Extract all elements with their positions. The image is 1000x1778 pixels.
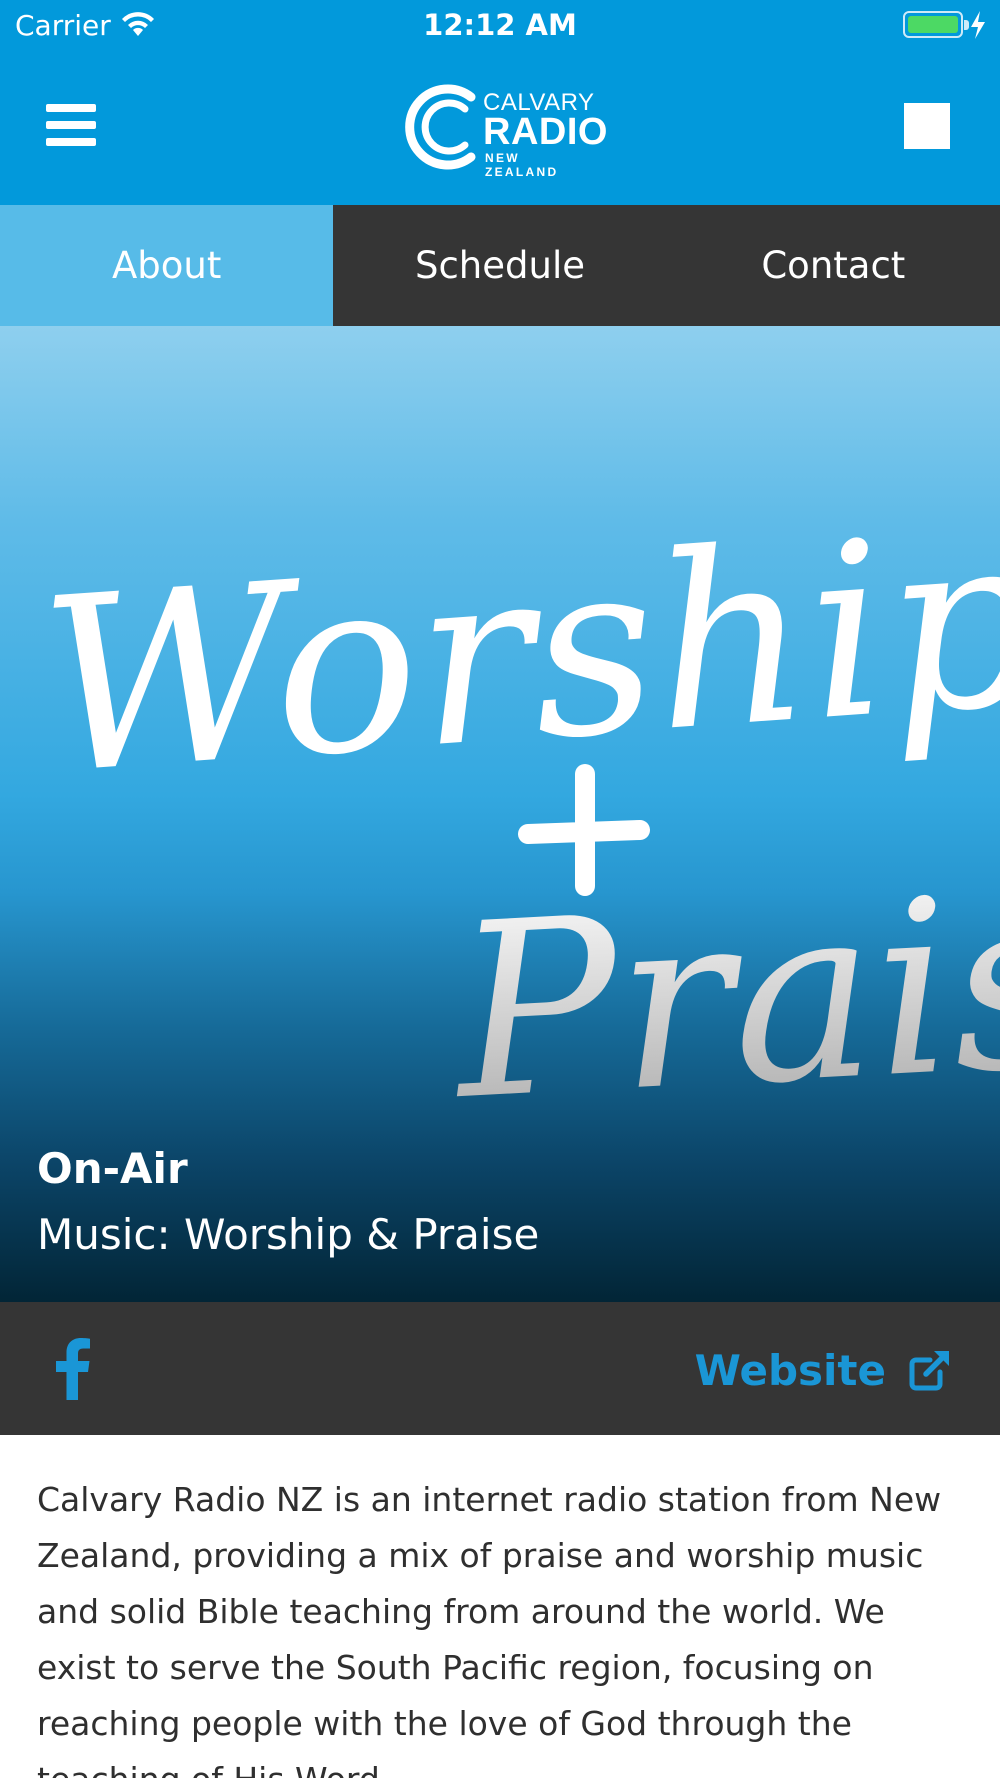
current-show-title: Music: Worship & Praise	[37, 1210, 540, 1259]
charging-bolt-icon	[971, 11, 985, 39]
external-link-icon	[909, 1351, 949, 1391]
tab-bar: About Schedule Contact	[0, 205, 1000, 326]
tab-schedule[interactable]: Schedule	[333, 205, 666, 326]
app-header: Carrier 12:12 AM CALVARY RADIO NEW ZEALA…	[0, 0, 1000, 205]
facebook-icon[interactable]	[52, 1338, 92, 1400]
website-label: Website	[694, 1345, 886, 1395]
now-playing-artwork: Worship Praise On-Air Music: Worship & P…	[0, 326, 1000, 1302]
stop-icon[interactable]	[904, 103, 950, 149]
battery-icon	[903, 11, 969, 38]
social-bar: Website	[0, 1302, 1000, 1435]
menu-icon[interactable]	[46, 104, 96, 148]
logo-text-new-zealand: NEW ZEALAND	[485, 151, 559, 179]
status-time: 12:12 AM	[423, 8, 577, 42]
logo-text-radio: RADIO	[483, 111, 608, 153]
svg-text:Praise: Praise	[445, 834, 1000, 1154]
logo-mark-icon	[405, 84, 476, 170]
tab-contact[interactable]: Contact	[667, 205, 1000, 326]
calvary-radio-logo: CALVARY RADIO NEW ZEALAND	[405, 83, 607, 179]
tab-about[interactable]: About	[0, 205, 334, 326]
station-description: Calvary Radio NZ is an internet radio st…	[37, 1480, 942, 1778]
status-bar: Carrier 12:12 AM	[0, 0, 1000, 50]
on-air-label: On-Air	[37, 1144, 188, 1193]
svg-text:Worship: Worship	[34, 479, 1000, 828]
website-link[interactable]: Website	[695, 1342, 952, 1398]
